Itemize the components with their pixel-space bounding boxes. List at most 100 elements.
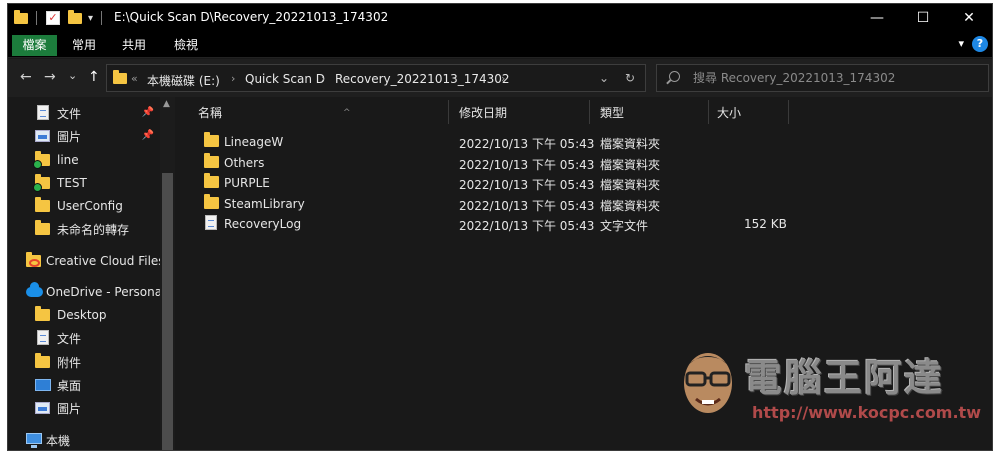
recent-locations-button[interactable]: ⌄: [68, 69, 77, 83]
table-row[interactable]: SteamLibrary 2022/10/13 下午 05:43 檔案資料夾: [176, 194, 786, 214]
nav-item-label: 桌面: [57, 378, 82, 393]
nav-item-label: UserConfig: [57, 199, 123, 213]
column-divider[interactable]: [589, 100, 590, 124]
document-icon: [35, 330, 51, 346]
customize-quick-access-button[interactable]: ▾: [88, 10, 93, 26]
nav-item-attachments[interactable]: 附件: [8, 351, 160, 373]
breadcrumb-quick-scan[interactable]: Quick Scan D: [245, 72, 325, 86]
nav-item-label: OneDrive - Personal: [46, 285, 160, 299]
tab-share[interactable]: 共用: [112, 35, 156, 56]
search-box[interactable]: [656, 64, 989, 92]
address-dropdown-icon[interactable]: ⌄: [599, 71, 609, 85]
column-header-name[interactable]: 名稱 ^: [198, 100, 446, 126]
folder-icon: [35, 306, 51, 323]
mascot-face-icon: [684, 353, 732, 413]
nav-item-unnamed-dump[interactable]: 未命名的轉存: [8, 218, 160, 240]
address-bar[interactable]: « 本機磁碟 (E:) › Quick Scan D › Recovery_20…: [106, 64, 646, 92]
folder-icon: [113, 70, 127, 87]
nav-item-label: 本機: [46, 433, 71, 448]
table-row[interactable]: LineageW 2022/10/13 下午 05:43 檔案資料夾: [176, 132, 786, 152]
search-input[interactable]: [693, 69, 983, 87]
nav-item-label: Creative Cloud Files: [46, 254, 160, 268]
watermark: 電腦王阿達 http://www.kocpc.com.tw: [672, 337, 992, 437]
scroll-up-icon[interactable]: ▲: [163, 99, 170, 109]
creative-cloud-folder-icon: [26, 252, 42, 269]
breadcrumb-recovery[interactable]: Recovery_20221013_174302: [335, 72, 510, 86]
nav-item-pictures[interactable]: 圖片 📌: [8, 125, 160, 147]
file-name: Others: [224, 156, 265, 170]
file-type: 檔案資料夾: [600, 199, 661, 213]
column-divider[interactable]: [788, 100, 789, 124]
close-button[interactable]: ✕: [946, 4, 992, 32]
up-button[interactable]: ↑: [88, 70, 100, 84]
ribbon-tabs: 檔案 常用 共用 檢視 ▾ ?: [8, 32, 992, 58]
watermark-title: 電腦王阿達: [744, 356, 945, 400]
expand-ribbon-icon[interactable]: ▾: [958, 37, 964, 50]
breadcrumb-separator: ›: [321, 72, 326, 85]
tab-home[interactable]: 常用: [62, 35, 106, 56]
forward-button[interactable]: →: [44, 70, 56, 84]
onedrive-cloud-icon: [26, 282, 43, 300]
folder-icon: [35, 220, 51, 237]
nav-item-onedrive-pictures[interactable]: 圖片: [8, 397, 160, 419]
new-folder-icon[interactable]: [68, 9, 82, 26]
back-button[interactable]: ←: [20, 70, 32, 84]
search-icon: [669, 71, 680, 82]
navigation-pane: 文件 📌 圖片 📌 line TEST UserConfig 未命名的轉存 Cr…: [8, 97, 176, 450]
nav-item-label: Desktop: [57, 308, 107, 322]
column-header-modified[interactable]: 修改日期: [459, 100, 507, 126]
nav-scrollbar[interactable]: ▲: [160, 97, 175, 450]
tab-file[interactable]: 檔案: [12, 35, 57, 56]
scrollbar-thumb[interactable]: [162, 173, 173, 450]
nav-item-label: 圖片: [57, 401, 82, 416]
nav-item-line[interactable]: line: [8, 149, 160, 171]
overflow-chevron-icon[interactable]: «: [131, 72, 138, 85]
file-type: 檔案資料夾: [600, 137, 661, 151]
breadcrumb-drive[interactable]: 本機磁碟 (E:): [147, 72, 220, 89]
file-explorer-window: ✓ ▾ E:\Quick Scan D\Recovery_20221013_17…: [7, 3, 993, 451]
column-header-size[interactable]: 大小: [717, 100, 741, 126]
column-divider[interactable]: [448, 100, 449, 124]
minimize-button[interactable]: —: [854, 4, 900, 32]
nav-item-onedrive[interactable]: OneDrive - Personal: [8, 281, 160, 303]
watermark-url: http://www.kocpc.com.tw: [752, 403, 981, 422]
nav-item-userconfig[interactable]: UserConfig: [8, 195, 160, 217]
refresh-icon[interactable]: ↻: [625, 71, 635, 85]
tab-view[interactable]: 檢視: [164, 35, 208, 56]
folder-sync-icon: [33, 174, 51, 192]
properties-icon[interactable]: ✓: [46, 10, 60, 26]
file-modified: 2022/10/13 下午 05:43: [459, 199, 595, 213]
nav-item-documents[interactable]: 文件 📌: [8, 102, 160, 124]
pin-icon[interactable]: 📌: [142, 130, 154, 141]
nav-item-test[interactable]: TEST: [8, 172, 160, 194]
nav-item-creative-cloud[interactable]: Creative Cloud Files: [8, 250, 160, 272]
file-modified: 2022/10/13 下午 05:43: [459, 137, 595, 151]
nav-item-onedrive-documents[interactable]: 文件: [8, 327, 160, 349]
nav-item-label: 未命名的轉存: [57, 222, 130, 237]
file-modified: 2022/10/13 下午 05:43: [459, 158, 595, 172]
nav-item-onedrive-desktop[interactable]: 桌面: [8, 374, 160, 396]
maximize-button[interactable]: ☐: [900, 4, 946, 32]
nav-item-label: 圖片: [57, 129, 82, 144]
this-pc-icon: [26, 432, 42, 448]
folder-icon: [35, 197, 51, 214]
breadcrumb-separator: ›: [231, 72, 236, 85]
nav-item-desktop[interactable]: Desktop: [8, 304, 160, 326]
pictures-icon: [35, 128, 51, 144]
pin-icon[interactable]: 📌: [142, 107, 154, 118]
nav-item-label: 附件: [57, 355, 82, 370]
column-header-type[interactable]: 類型: [600, 100, 624, 126]
file-type: 檔案資料夾: [600, 158, 661, 172]
help-icon[interactable]: ?: [972, 36, 988, 52]
table-row[interactable]: PURPLE 2022/10/13 下午 05:43 檔案資料夾: [176, 173, 786, 193]
table-row[interactable]: RecoveryLog 2022/10/13 下午 05:43 文字文件 152…: [176, 214, 787, 234]
table-row[interactable]: Others 2022/10/13 下午 05:43 檔案資料夾: [176, 153, 786, 173]
file-type: 檔案資料夾: [600, 178, 661, 192]
window-title: E:\Quick Scan D\Recovery_20221013_174302: [114, 10, 389, 24]
nav-item-label: 文件: [57, 106, 82, 121]
file-name: PURPLE: [224, 176, 270, 190]
nav-item-this-pc[interactable]: 本機: [8, 429, 160, 450]
breadcrumb-separator: ›: [501, 72, 506, 85]
file-name: RecoveryLog: [224, 217, 302, 231]
column-divider[interactable]: [708, 100, 709, 124]
